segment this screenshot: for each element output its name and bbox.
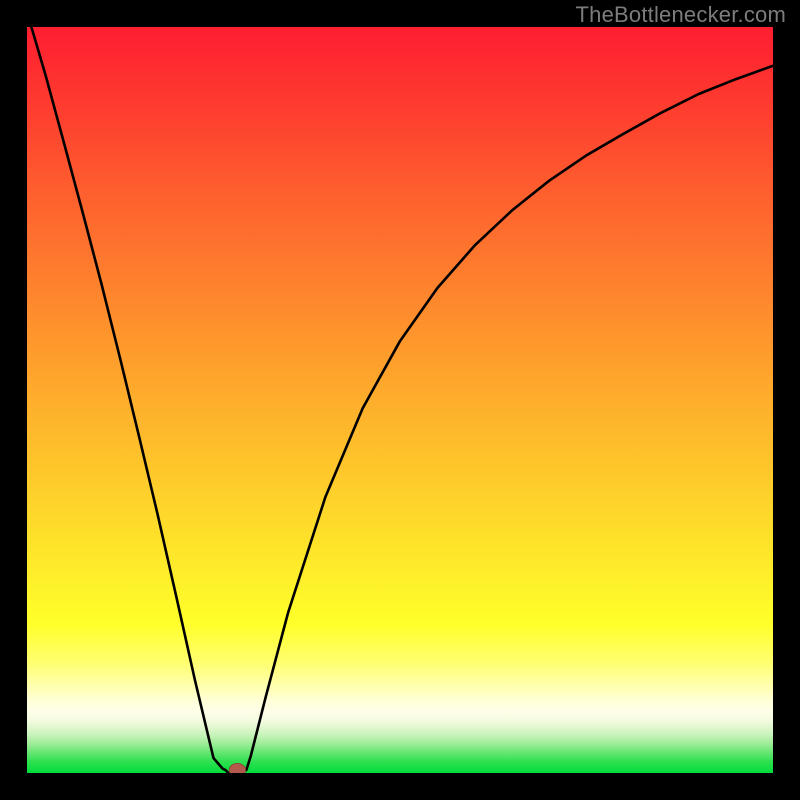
bottleneck-curve bbox=[27, 27, 773, 773]
watermark-text: TheBottlenecker.com bbox=[576, 2, 786, 28]
chart-frame: TheBottlenecker.com bbox=[0, 0, 800, 800]
curve-path bbox=[27, 27, 773, 773]
plot-area bbox=[27, 27, 773, 773]
curve-minimum-marker bbox=[229, 763, 245, 773]
